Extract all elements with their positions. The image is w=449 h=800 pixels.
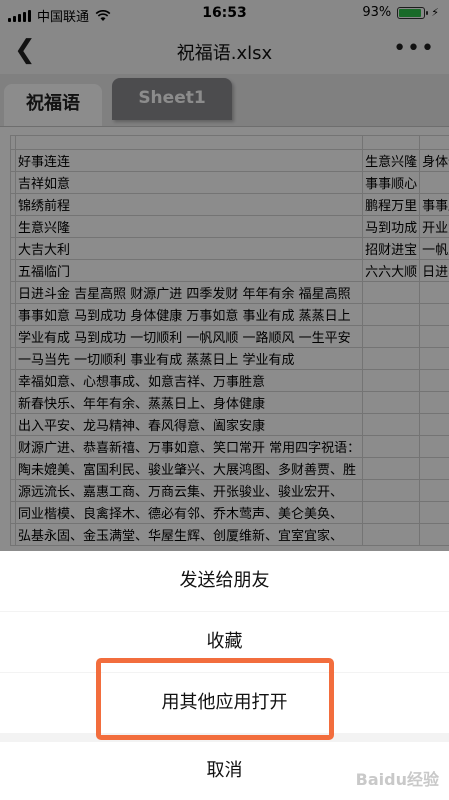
send-to-friend-button[interactable]: 发送给朋友	[0, 551, 449, 611]
watermark: Baidu经验	[355, 770, 439, 789]
highlight-box	[96, 658, 334, 740]
